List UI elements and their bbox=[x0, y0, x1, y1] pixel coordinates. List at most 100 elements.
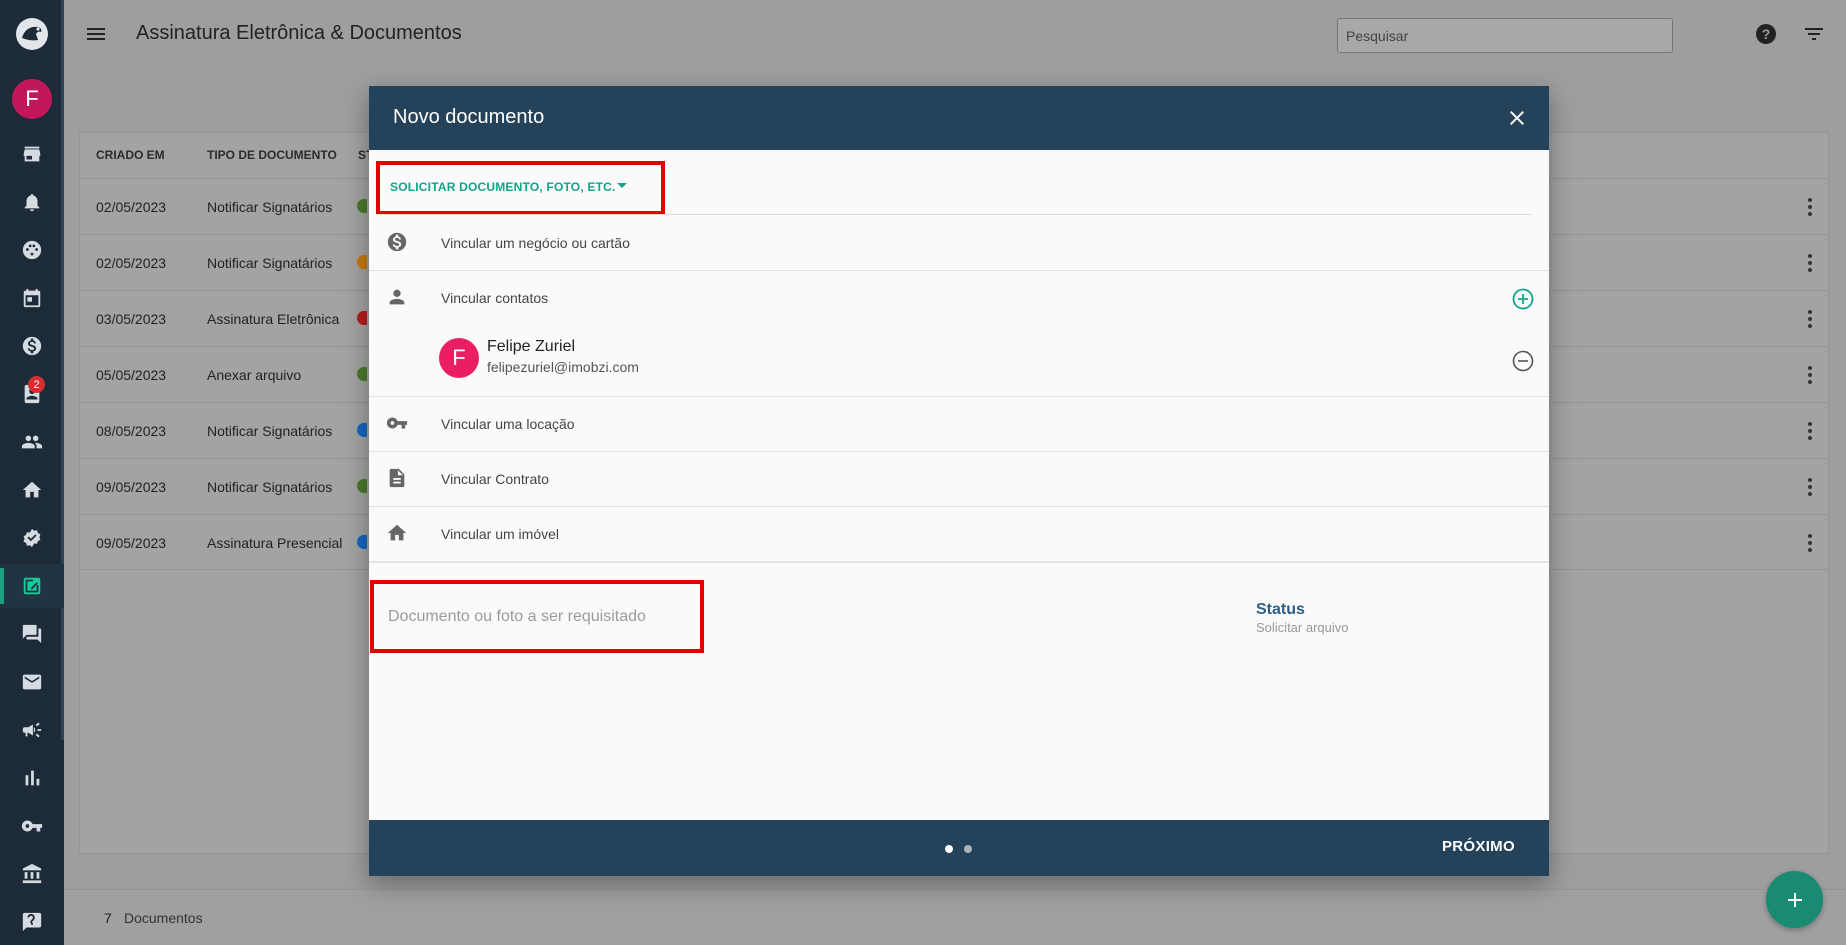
dollar-icon bbox=[22, 336, 42, 356]
row-date: 02/05/2023 bbox=[96, 255, 167, 271]
link-property-label: Vincular um imóvel bbox=[441, 526, 560, 542]
document-sign-icon bbox=[23, 577, 41, 595]
more-vert-icon[interactable] bbox=[1798, 363, 1822, 387]
row-date: 09/05/2023 bbox=[96, 479, 167, 495]
sidebar-item-documents[interactable] bbox=[0, 564, 64, 608]
status-badge bbox=[357, 311, 367, 325]
sidebar: F 2 bbox=[0, 0, 64, 945]
calendar-icon bbox=[23, 288, 41, 308]
document-count: 7 bbox=[104, 910, 112, 926]
more-vert-icon[interactable] bbox=[1798, 531, 1822, 555]
next-button[interactable]: PRÓXIMO bbox=[1442, 838, 1515, 855]
bank-icon bbox=[22, 863, 42, 884]
sidebar-item-properties[interactable] bbox=[0, 468, 64, 512]
step-indicator bbox=[964, 845, 972, 853]
status-value: Solicitar arquivo bbox=[1256, 620, 1349, 635]
page-title: Assinatura Eletrônica & Documentos bbox=[136, 22, 462, 44]
more-vert-icon[interactable] bbox=[1798, 251, 1822, 275]
row-type: Assinatura Eletrônica bbox=[207, 311, 340, 327]
link-rental-row[interactable]: Vincular uma locação bbox=[369, 397, 1549, 452]
palette-icon bbox=[22, 240, 42, 260]
app-logo-icon[interactable] bbox=[14, 16, 50, 52]
more-vert-icon[interactable] bbox=[1798, 419, 1822, 443]
key-icon bbox=[386, 412, 408, 434]
step-indicator-active bbox=[945, 845, 953, 853]
row-type: Notificar Signatários bbox=[207, 479, 333, 495]
contact-name: Felipe Zuriel bbox=[487, 338, 576, 355]
search-input[interactable] bbox=[1337, 18, 1673, 53]
row-type: Notificar Signatários bbox=[207, 255, 333, 271]
document-count-label: Documentos bbox=[124, 910, 203, 926]
status-badge bbox=[357, 535, 367, 549]
row-date: 09/05/2023 bbox=[96, 535, 167, 551]
help-icon[interactable]: ? bbox=[1754, 22, 1778, 46]
contact-avatar: F bbox=[439, 338, 479, 378]
link-contract-row[interactable]: Vincular Contrato bbox=[369, 452, 1549, 507]
menu-icon[interactable] bbox=[84, 22, 108, 46]
sidebar-item-marketing[interactable] bbox=[0, 708, 64, 752]
dialog-footer: PRÓXIMO bbox=[369, 820, 1549, 876]
store-icon bbox=[23, 146, 41, 162]
more-vert-icon[interactable] bbox=[1798, 307, 1822, 331]
people-icon bbox=[21, 435, 43, 449]
requested-document-input[interactable] bbox=[388, 608, 688, 626]
sidebar-item-calendar[interactable] bbox=[0, 276, 64, 320]
row-type: Assinatura Presencial bbox=[207, 535, 343, 551]
home-icon bbox=[22, 481, 42, 498]
contact-email: felipezuriel@imobzi.com bbox=[487, 359, 639, 375]
row-type: Anexar arquivo bbox=[207, 367, 302, 383]
chat-icon bbox=[22, 624, 42, 644]
bar-chart-icon bbox=[25, 770, 40, 786]
close-icon bbox=[1510, 111, 1524, 125]
help-chat-icon bbox=[22, 912, 42, 932]
status-badge bbox=[357, 255, 367, 269]
bell-icon bbox=[24, 193, 40, 212]
add-contact-icon[interactable] bbox=[1511, 287, 1535, 311]
sidebar-item-verified[interactable] bbox=[0, 516, 64, 560]
link-business-row[interactable]: Vincular um negócio ou cartão bbox=[369, 216, 1549, 271]
plus-icon bbox=[1787, 892, 1802, 907]
column-header-type[interactable]: TIPO DE DOCUMENTO bbox=[207, 148, 337, 162]
link-contacts-label: Vincular contatos bbox=[441, 290, 549, 306]
sidebar-item-notifications[interactable] bbox=[0, 180, 64, 224]
more-vert-icon[interactable] bbox=[1798, 195, 1822, 219]
dialog-title: Novo documento bbox=[393, 106, 545, 128]
column-header-created[interactable]: CRIADO EM bbox=[96, 148, 165, 162]
status-badge bbox=[357, 199, 367, 213]
chevron-down-icon[interactable] bbox=[617, 183, 627, 188]
add-document-button[interactable] bbox=[1766, 871, 1823, 928]
home-icon bbox=[386, 522, 408, 544]
status-badge bbox=[357, 479, 367, 493]
filter-icon[interactable] bbox=[1802, 22, 1826, 46]
settings-check-icon bbox=[23, 528, 41, 548]
sidebar-item-email[interactable] bbox=[0, 660, 64, 704]
remove-contact-icon[interactable] bbox=[1511, 349, 1535, 373]
document-type-label[interactable]: SOLICITAR DOCUMENTO, FOTO, ETC. bbox=[390, 180, 616, 194]
sidebar-item-people[interactable] bbox=[0, 420, 64, 464]
sidebar-item-dashboard[interactable] bbox=[0, 228, 64, 272]
sidebar-item-help[interactable] bbox=[0, 900, 64, 944]
sidebar-item-chat[interactable] bbox=[0, 612, 64, 656]
sidebar-item-finance[interactable] bbox=[0, 324, 64, 368]
status-label: Status bbox=[1256, 601, 1305, 618]
sidebar-item-reports[interactable] bbox=[0, 756, 64, 800]
sidebar-item-contacts-book[interactable]: 2 bbox=[0, 372, 64, 416]
link-property-row[interactable]: Vincular um imóvel bbox=[369, 507, 1549, 562]
status-badge bbox=[357, 423, 367, 437]
link-business-label: Vincular um negócio ou cartão bbox=[441, 235, 630, 251]
row-date: 05/05/2023 bbox=[96, 367, 167, 383]
more-vert-icon[interactable] bbox=[1798, 475, 1822, 499]
sidebar-item-rentals[interactable] bbox=[0, 804, 64, 848]
mail-icon bbox=[22, 674, 42, 690]
row-type: Notificar Signatários bbox=[207, 199, 333, 215]
linked-contact: F Felipe Zuriel felipezuriel@imobzi.com bbox=[369, 329, 1549, 397]
dialog-header: Novo documento bbox=[369, 86, 1549, 150]
user-avatar[interactable]: F bbox=[12, 79, 52, 119]
link-contacts-row[interactable]: Vincular contatos bbox=[369, 271, 1549, 326]
divider bbox=[376, 214, 1532, 215]
sidebar-item-bank[interactable] bbox=[0, 852, 64, 896]
close-button[interactable] bbox=[1505, 106, 1529, 130]
link-rental-label: Vincular uma locação bbox=[441, 416, 575, 432]
table-footer bbox=[64, 889, 1846, 945]
sidebar-item-store[interactable] bbox=[0, 132, 64, 176]
